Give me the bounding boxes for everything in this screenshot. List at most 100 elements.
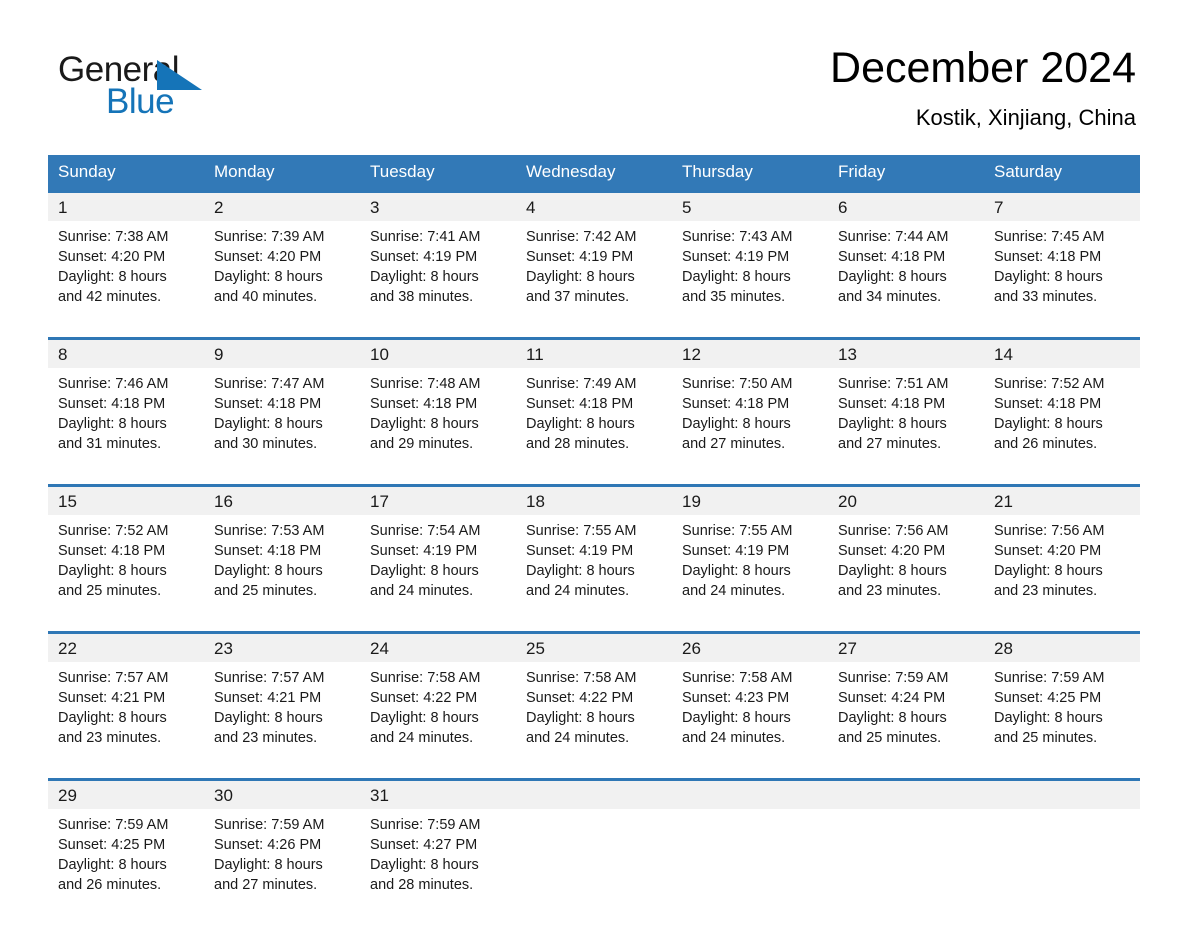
day-detail-cell[interactable]: Sunrise: 7:54 AM Sunset: 4:19 PM Daylight:…	[360, 515, 516, 615]
day-number-row: 29 30 31	[48, 781, 1140, 809]
day-number-row: 15 16 17 18 19 20 21	[48, 487, 1140, 515]
day-number-cell[interactable]: 23	[204, 634, 360, 662]
day-number-cell[interactable]: 24	[360, 634, 516, 662]
day-detail-cell[interactable]: Sunrise: 7:58 AM Sunset: 4:22 PM Daylight:…	[360, 662, 516, 762]
day-sunset-text: Sunset: 4:24 PM	[838, 690, 946, 706]
day-number-cell[interactable]: 28	[984, 634, 1140, 662]
day-number-cell[interactable]	[672, 781, 828, 809]
day-number-cell[interactable]: 14	[984, 340, 1140, 368]
day-detail-row: Sunrise: 7:57 AM Sunset: 4:21 PM Daylight:…	[48, 662, 1140, 762]
day-number-cell[interactable]: 3	[360, 193, 516, 221]
day-detail-cell[interactable]	[672, 809, 828, 909]
day-number-cell[interactable]: 10	[360, 340, 516, 368]
day-detail-cell[interactable]: Sunrise: 7:47 AM Sunset: 4:18 PM Daylight:…	[204, 368, 360, 468]
day-sunrise-text: Sunrise: 7:59 AM	[994, 670, 1105, 686]
day-number-cell[interactable]: 12	[672, 340, 828, 368]
day-sunrise-text: Sunrise: 7:44 AM	[838, 229, 949, 245]
day-number-cell[interactable]	[516, 781, 672, 809]
day-number-cell[interactable]: 30	[204, 781, 360, 809]
day-number-cell[interactable]: 29	[48, 781, 204, 809]
day-detail-cell[interactable]: Sunrise: 7:55 AM Sunset: 4:19 PM Daylight:…	[672, 515, 828, 615]
day-number-cell[interactable]	[828, 781, 984, 809]
week-spacer-cell	[48, 762, 1140, 778]
day-detail-cell[interactable]: Sunrise: 7:56 AM Sunset: 4:20 PM Daylight:…	[984, 515, 1140, 615]
day-sunrise-text: Sunrise: 7:46 AM	[58, 376, 169, 392]
day-number-cell[interactable]: 16	[204, 487, 360, 515]
day-number-cell[interactable]: 11	[516, 340, 672, 368]
day-number-cell[interactable]: 20	[828, 487, 984, 515]
day-detail-cell[interactable]: Sunrise: 7:50 AM Sunset: 4:18 PM Daylight:…	[672, 368, 828, 468]
day-sunset-text: Sunset: 4:20 PM	[994, 543, 1102, 559]
day-detail-cell[interactable]: Sunrise: 7:45 AM Sunset: 4:18 PM Daylight:…	[984, 221, 1140, 321]
day-daylight-1-text: Daylight: 8 hours	[994, 269, 1103, 285]
day-detail-cell[interactable]: Sunrise: 7:39 AM Sunset: 4:20 PM Daylight:…	[204, 221, 360, 321]
day-number-cell[interactable]: 17	[360, 487, 516, 515]
day-number-cell[interactable]	[984, 781, 1140, 809]
day-detail-cell[interactable]: Sunrise: 7:51 AM Sunset: 4:18 PM Daylight:…	[828, 368, 984, 468]
day-daylight-2-text: and 29 minutes.	[370, 436, 474, 452]
day-number-cell[interactable]: 31	[360, 781, 516, 809]
day-detail-cell[interactable]: Sunrise: 7:44 AM Sunset: 4:18 PM Daylight:…	[828, 221, 984, 321]
day-number-cell[interactable]: 5	[672, 193, 828, 221]
day-daylight-2-text: and 42 minutes.	[58, 289, 162, 305]
day-daylight-2-text: and 27 minutes.	[214, 877, 318, 893]
day-detail-cell[interactable]: Sunrise: 7:59 AM Sunset: 4:25 PM Daylight:…	[984, 662, 1140, 762]
day-number-cell[interactable]: 8	[48, 340, 204, 368]
day-detail-cell[interactable]	[828, 809, 984, 909]
day-detail-cell[interactable]: Sunrise: 7:43 AM Sunset: 4:19 PM Daylight:…	[672, 221, 828, 321]
day-detail-cell[interactable]: Sunrise: 7:46 AM Sunset: 4:18 PM Daylight:…	[48, 368, 204, 468]
day-detail-cell[interactable]: Sunrise: 7:52 AM Sunset: 4:18 PM Daylight:…	[984, 368, 1140, 468]
day-detail-cell[interactable]	[516, 809, 672, 909]
day-detail-cell[interactable]: Sunrise: 7:57 AM Sunset: 4:21 PM Daylight:…	[204, 662, 360, 762]
day-number-cell[interactable]: 9	[204, 340, 360, 368]
day-detail-cell[interactable]: Sunrise: 7:57 AM Sunset: 4:21 PM Daylight:…	[48, 662, 204, 762]
day-sunset-text: Sunset: 4:19 PM	[526, 249, 634, 265]
day-number-cell[interactable]: 26	[672, 634, 828, 662]
day-detail-cell[interactable]: Sunrise: 7:52 AM Sunset: 4:18 PM Daylight:…	[48, 515, 204, 615]
day-number-cell[interactable]: 13	[828, 340, 984, 368]
day-number-cell[interactable]: 22	[48, 634, 204, 662]
day-detail-cell[interactable]: Sunrise: 7:58 AM Sunset: 4:22 PM Daylight:…	[516, 662, 672, 762]
day-number-cell[interactable]: 7	[984, 193, 1140, 221]
day-number-cell[interactable]: 19	[672, 487, 828, 515]
day-daylight-2-text: and 40 minutes.	[214, 289, 318, 305]
day-number-cell[interactable]: 1	[48, 193, 204, 221]
day-number-cell[interactable]: 6	[828, 193, 984, 221]
day-detail-cell[interactable]: Sunrise: 7:55 AM Sunset: 4:19 PM Daylight:…	[516, 515, 672, 615]
day-number-cell[interactable]: 2	[204, 193, 360, 221]
day-sunrise-text: Sunrise: 7:52 AM	[58, 523, 169, 539]
day-detail-cell[interactable]: Sunrise: 7:59 AM Sunset: 4:27 PM Daylight:…	[360, 809, 516, 909]
day-number-cell[interactable]: 27	[828, 634, 984, 662]
day-daylight-1-text: Daylight: 8 hours	[58, 857, 167, 873]
day-detail-cell[interactable]: Sunrise: 7:38 AM Sunset: 4:20 PM Daylight:…	[48, 221, 204, 321]
day-number-cell[interactable]: 4	[516, 193, 672, 221]
day-detail-cell[interactable]: Sunrise: 7:56 AM Sunset: 4:20 PM Daylight:…	[828, 515, 984, 615]
day-number-cell[interactable]: 25	[516, 634, 672, 662]
day-detail-cell[interactable]: Sunrise: 7:49 AM Sunset: 4:18 PM Daylight:…	[516, 368, 672, 468]
day-detail-cell[interactable]: Sunrise: 7:59 AM Sunset: 4:25 PM Daylight:…	[48, 809, 204, 909]
day-number-cell[interactable]: 18	[516, 487, 672, 515]
day-detail-cell[interactable]: Sunrise: 7:53 AM Sunset: 4:18 PM Daylight:…	[204, 515, 360, 615]
week-spacer	[48, 468, 1140, 484]
day-daylight-2-text: and 25 minutes.	[994, 730, 1098, 746]
day-detail-cell[interactable]: Sunrise: 7:59 AM Sunset: 4:26 PM Daylight:…	[204, 809, 360, 909]
day-sunrise-text: Sunrise: 7:38 AM	[58, 229, 169, 245]
day-sunset-text: Sunset: 4:27 PM	[370, 837, 478, 853]
day-daylight-2-text: and 24 minutes.	[370, 583, 474, 599]
day-number-cell[interactable]: 15	[48, 487, 204, 515]
day-sunrise-text: Sunrise: 7:54 AM	[370, 523, 481, 539]
day-number-cell[interactable]: 21	[984, 487, 1140, 515]
calendar-table: Sunday Monday Tuesday Wednesday Thursday…	[48, 155, 1140, 925]
day-detail-cell[interactable]: Sunrise: 7:59 AM Sunset: 4:24 PM Daylight:…	[828, 662, 984, 762]
day-sunset-text: Sunset: 4:18 PM	[526, 396, 634, 412]
day-detail-cell[interactable]: Sunrise: 7:58 AM Sunset: 4:23 PM Daylight:…	[672, 662, 828, 762]
day-daylight-1-text: Daylight: 8 hours	[214, 710, 323, 726]
day-detail-cell[interactable]: Sunrise: 7:48 AM Sunset: 4:18 PM Daylight:…	[360, 368, 516, 468]
day-detail-cell[interactable]	[984, 809, 1140, 909]
day-detail-cell[interactable]: Sunrise: 7:41 AM Sunset: 4:19 PM Daylight:…	[360, 221, 516, 321]
day-daylight-2-text: and 23 minutes.	[994, 583, 1098, 599]
day-daylight-2-text: and 25 minutes.	[838, 730, 942, 746]
day-daylight-2-text: and 26 minutes.	[58, 877, 162, 893]
day-detail-cell[interactable]: Sunrise: 7:42 AM Sunset: 4:19 PM Daylight:…	[516, 221, 672, 321]
weekday-header-friday: Friday	[828, 155, 984, 190]
